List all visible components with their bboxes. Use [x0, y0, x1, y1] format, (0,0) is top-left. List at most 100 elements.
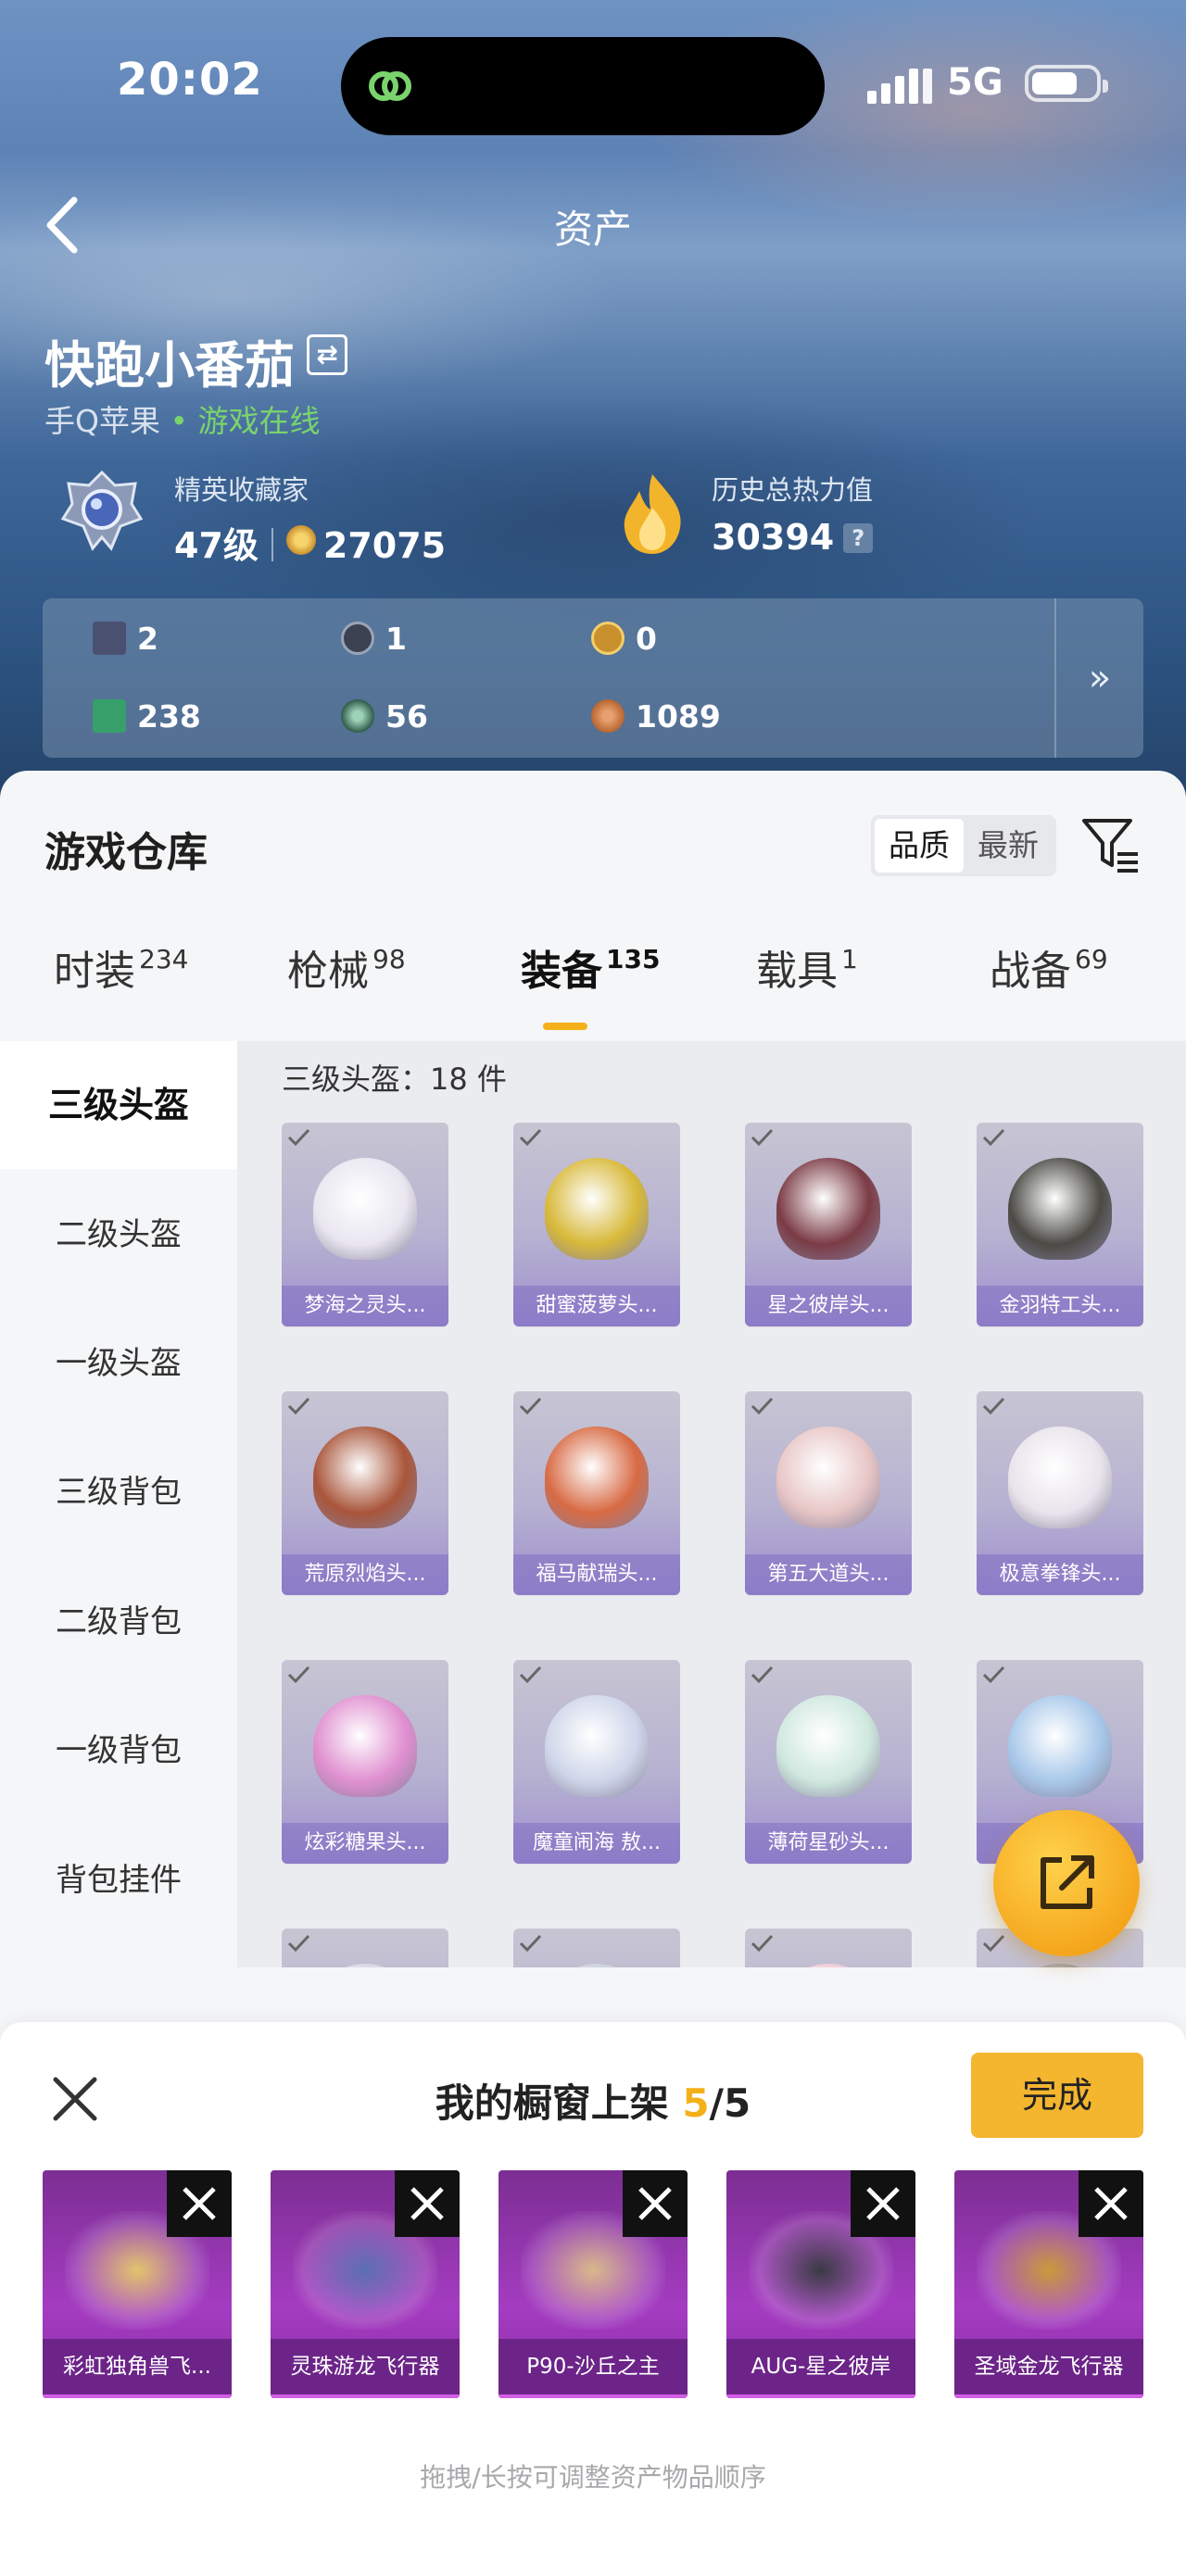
category-backpack-charm[interactable]: 背包挂件 [0, 1816, 237, 1944]
helmet-image [776, 1964, 880, 1967]
item-card[interactable]: 星之彼岸头... [745, 1123, 912, 1326]
item-card[interactable]: 薄荷星砂头... [745, 1660, 912, 1864]
showcase-slot[interactable]: AUG-星之彼岸 [726, 2170, 915, 2398]
collector-badge-icon [60, 470, 144, 551]
item-label: 薄荷星砂头... [745, 1823, 912, 1864]
filter-icon[interactable] [1080, 815, 1142, 876]
helmet-image [1008, 1695, 1112, 1797]
showcase-count: 5 [682, 2080, 710, 2126]
close-icon [866, 2187, 900, 2220]
item-card[interactable]: 金羽特工头... [977, 1123, 1143, 1326]
help-icon[interactable]: ? [843, 523, 874, 553]
item-card[interactable]: 甜蜜菠萝头... [513, 1123, 680, 1326]
tab-supplies[interactable]: 战备 69 [990, 937, 1108, 997]
heat-value: 30394 [712, 517, 835, 558]
item-card[interactable]: 梦海之灵头... [282, 1123, 448, 1326]
check-icon [982, 1397, 1005, 1415]
battery-icon [1025, 65, 1108, 102]
helmet-image [313, 1158, 417, 1260]
sort-toggle: 品质 最新 [871, 815, 1056, 876]
check-icon [519, 1397, 542, 1415]
warehouse-title: 游戏仓库 [44, 829, 208, 876]
tab-equipment[interactable]: 装备 135 [521, 937, 660, 997]
signal-icon [867, 67, 932, 104]
page-title: 资产 [553, 207, 632, 252]
item-card[interactable]: 第五大道头... [745, 1391, 912, 1595]
category-level2-backpack[interactable]: 二级背包 [0, 1558, 237, 1686]
status-bar: 20:02 5G [0, 0, 1186, 167]
remove-item-button[interactable] [167, 2170, 232, 2237]
switch-account-icon[interactable]: ⇄ [307, 334, 348, 375]
check-icon [519, 1934, 542, 1953]
tab-fashion[interactable]: 时装 234 [54, 937, 188, 997]
heat-label: 历史总热力值 [712, 474, 874, 506]
showcase-slot[interactable]: 灵珠游龙飞行器 [271, 2170, 460, 2398]
tab-weapons[interactable]: 枪械 98 [287, 937, 406, 997]
helmet-image [776, 1695, 880, 1797]
helmet-image [1008, 1426, 1112, 1528]
showcase-slot[interactable]: P90-沙丘之主 [498, 2170, 688, 2398]
green-card-icon [93, 699, 126, 733]
showcase-item-label: 彩虹独角兽飞... [43, 2339, 232, 2398]
item-card[interactable] [513, 1929, 680, 1967]
remove-item-button[interactable] [623, 2170, 688, 2237]
tab-vehicles[interactable]: 载具 1 [756, 937, 858, 997]
item-label: 炫彩糖果头... [282, 1823, 448, 1864]
online-status: • 游戏在线 [170, 403, 321, 439]
item-label: 福马献瑞头... [513, 1554, 680, 1595]
remove-item-button[interactable] [395, 2170, 460, 2237]
showcase-slot[interactable]: 彩虹独角兽飞... [43, 2170, 232, 2398]
done-button[interactable]: 完成 [971, 2053, 1143, 2138]
active-tab-indicator [543, 1023, 587, 1030]
collector-points: 27075 [322, 525, 447, 566]
item-card[interactable] [745, 1929, 912, 1967]
check-icon [982, 1665, 1005, 1684]
item-label: 甜蜜菠萝头... [513, 1286, 680, 1326]
check-icon [982, 1128, 1005, 1147]
player-name: 快跑小番茄 [44, 336, 295, 395]
item-card[interactable]: 荒原烈焰头... [282, 1391, 448, 1595]
share-button[interactable] [993, 1810, 1140, 1956]
sort-newest-option[interactable]: 最新 [964, 819, 1053, 873]
helmet-image [545, 1426, 649, 1528]
helmet-image [313, 1964, 417, 1967]
check-icon [287, 1934, 310, 1953]
item-card[interactable]: 福马献瑞头... [513, 1391, 680, 1595]
sort-quality-option[interactable]: 品质 [875, 819, 964, 873]
check-icon [287, 1665, 310, 1684]
network-type: 5G [947, 61, 1003, 104]
currency-item: 1089 [591, 698, 721, 735]
helmet-image [545, 1158, 649, 1260]
card-icon [93, 622, 126, 655]
close-icon [410, 2187, 444, 2220]
bronze-coin-icon [591, 699, 625, 733]
category-level3-backpack[interactable]: 三级背包 [0, 1428, 237, 1556]
showcase-item-label: 灵珠游龙飞行器 [271, 2339, 460, 2398]
gold-medal-icon [591, 622, 625, 655]
check-icon [751, 1128, 774, 1147]
category-level1-backpack[interactable]: 一级背包 [0, 1687, 237, 1815]
remove-item-button[interactable] [851, 2170, 915, 2237]
item-label: 魔童闹海 敖... [513, 1823, 680, 1864]
check-icon [751, 1397, 774, 1415]
currency-item: 0 [591, 621, 657, 657]
item-card[interactable]: 极意拳锋头... [977, 1391, 1143, 1595]
item-card[interactable]: 魔童闹海 敖... [513, 1660, 680, 1864]
category-level2-helmet[interactable]: 二级头盔 [0, 1171, 237, 1299]
showcase-slot[interactable]: 圣域金龙飞行器 [954, 2170, 1143, 2398]
category-level1-helmet[interactable]: 一级头盔 [0, 1300, 237, 1427]
item-card[interactable]: 炫彩糖果头... [282, 1660, 448, 1864]
remove-item-button[interactable] [1079, 2170, 1143, 2237]
currency-more-button[interactable]: » [1054, 598, 1143, 758]
currency-item: 1 [341, 621, 407, 657]
grid-caption: 三级头盔：18 件 [282, 1062, 507, 1097]
token-icon [341, 622, 374, 655]
item-type-tabs: 时装 234 枪械 98 装备 135 载具 1 战备 69 [0, 937, 1186, 1030]
showcase-item-label: 圣域金龙飞行器 [954, 2339, 1143, 2398]
category-level3-helmet[interactable]: 三级头盔 [0, 1041, 237, 1169]
currency-item: 238 [93, 698, 201, 735]
item-card[interactable] [282, 1929, 448, 1967]
helmet-image [545, 1964, 649, 1967]
close-icon [183, 2187, 216, 2220]
currency-panel[interactable]: 2 1 0 238 56 1089 » [43, 598, 1143, 758]
